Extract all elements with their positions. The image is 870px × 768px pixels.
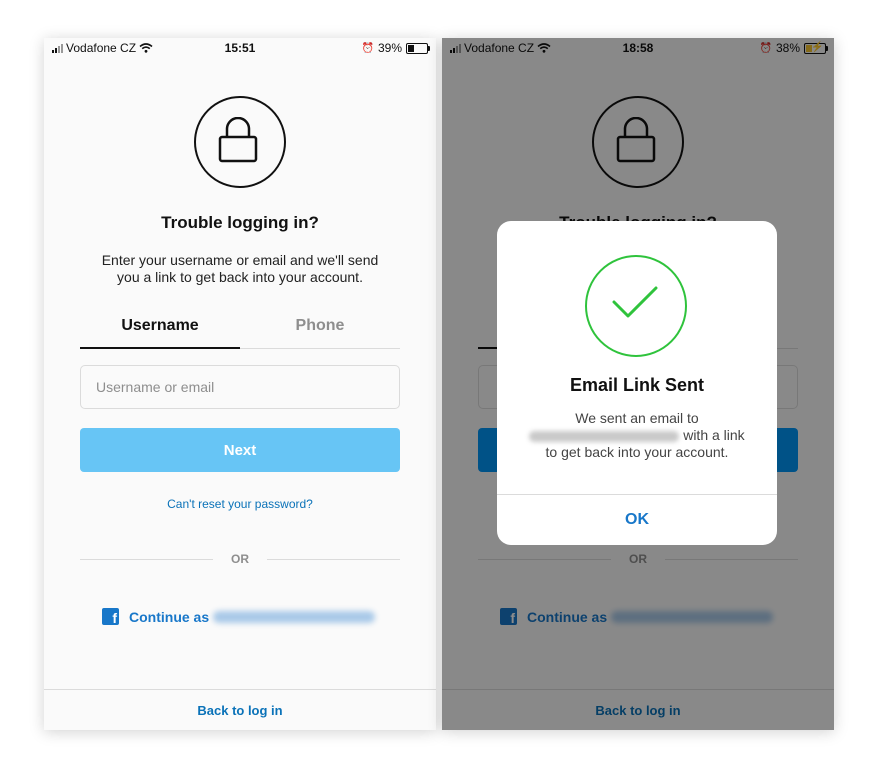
divider-line <box>267 558 400 560</box>
continue-with-facebook-button[interactable]: f Continue as <box>102 608 376 626</box>
facebook-icon: f <box>102 608 119 626</box>
lock-icon <box>194 96 286 188</box>
bottom-bar: Back to log in <box>44 689 436 730</box>
back-to-login-link[interactable]: Back to log in <box>44 703 436 718</box>
dialog-message-start: We sent an email to <box>575 410 699 426</box>
or-divider: OR <box>80 551 400 567</box>
battery-icon <box>406 42 430 54</box>
phone-screen-right: Vodafone CZ 18:58 ⏰ 38% ⚡ Trouble loggin… <box>442 38 834 730</box>
alarm-icon: ⏰ <box>361 42 374 54</box>
divider-line <box>80 558 213 560</box>
status-bar: Vodafone CZ 15:51 ⏰ 39% <box>44 38 436 58</box>
cant-reset-password-link[interactable]: Can't reset your password? <box>44 497 436 511</box>
blurred-account-name <box>213 610 376 623</box>
blurred-email <box>529 430 680 442</box>
ok-button[interactable]: OK <box>497 494 777 545</box>
tab-phone[interactable]: Phone <box>240 314 400 348</box>
tab-username[interactable]: Username <box>80 314 240 349</box>
phone-screen-left: Vodafone CZ 15:51 ⏰ 39% Trouble logging … <box>44 38 436 730</box>
dialog-message: We sent an email to with a link to get b… <box>527 410 747 461</box>
dialog-title: Email Link Sent <box>569 375 705 395</box>
checkmark-icon <box>585 255 687 357</box>
facebook-label: Continue as <box>129 608 210 625</box>
username-or-email-input[interactable] <box>80 365 400 409</box>
page-description: Enter your username or email and we'll s… <box>101 252 379 285</box>
battery-percent: 39% <box>377 41 402 55</box>
or-label: OR <box>231 552 249 566</box>
email-sent-dialog: Email Link Sent We sent an email to with… <box>497 221 777 545</box>
page-title: Trouble logging in? <box>161 213 319 232</box>
next-button[interactable]: Next <box>80 428 400 472</box>
login-method-tabs: Username Phone <box>80 314 400 349</box>
